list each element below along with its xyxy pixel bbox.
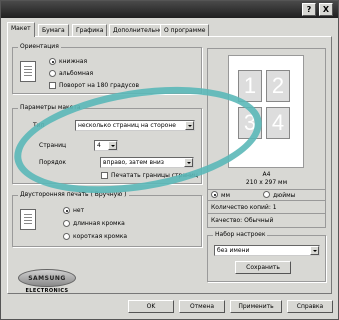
duplex-none-radio[interactable] <box>63 207 70 214</box>
copies-info: Количество копий: 1 <box>208 203 325 214</box>
presets-select[interactable]: без имени <box>214 245 320 256</box>
presets-value: без имени <box>217 247 250 254</box>
help-button[interactable]: Справка <box>287 300 333 313</box>
duplex-group: Двусторонняя печать ( Вручную ) нет длин… <box>12 191 202 247</box>
portrait-page-icon <box>20 61 36 82</box>
chevron-down-icon[interactable] <box>310 246 319 255</box>
paper-size: 210 x 297 мм <box>245 179 288 186</box>
samsung-logo-sub: ELECTRONICS <box>25 288 69 294</box>
orientation-portrait-label: книжная <box>59 58 88 65</box>
unit-mm-radio[interactable] <box>211 191 218 198</box>
unit-inch-radio[interactable] <box>263 191 270 198</box>
cancel-button[interactable]: Отмена <box>179 300 225 313</box>
quality-info: Качество: Обычный <box>211 217 274 224</box>
duplex-short-edge-radio[interactable] <box>63 233 70 240</box>
help-title-button[interactable]: ? <box>302 3 316 16</box>
orientation-landscape-radio[interactable] <box>49 70 56 77</box>
tab-about[interactable]: О программе <box>160 24 210 36</box>
duplex-page-icon <box>20 209 36 230</box>
rotate-180-checkbox[interactable] <box>49 82 56 89</box>
presets-group: Набор настроек без имени Сохранить <box>207 231 326 282</box>
duplex-none-label: нет <box>73 207 85 214</box>
print-properties-dialog: ? X Макет Бумага Графика Дополнительно О… <box>0 0 339 320</box>
preview-page-2: 2 <box>266 70 290 102</box>
rotate-180-label: Поворот на 180 градусов <box>59 82 139 89</box>
preview-page-1: 1 <box>238 70 262 102</box>
tab-advanced[interactable]: Дополнительно <box>109 24 167 36</box>
tab-layout[interactable]: Макет <box>7 22 35 37</box>
duplex-short-edge-label: короткая кромка <box>73 233 128 240</box>
tab-graphics[interactable]: Графика <box>72 24 108 36</box>
duplex-long-edge-radio[interactable] <box>63 220 70 227</box>
preview-page-4: 4 <box>266 107 290 139</box>
save-preset-button[interactable]: Сохранить <box>235 261 291 274</box>
samsung-logo: SAMSUNG ELECTRONICS <box>18 269 76 294</box>
apply-button[interactable]: Применить <box>230 300 282 313</box>
unit-row: мм дюймы <box>208 190 325 201</box>
preview-info: мм дюймы Количество копий: 1 Качество: О… <box>208 189 325 228</box>
orientation-portrait-radio[interactable] <box>49 58 56 65</box>
ok-button[interactable]: OK <box>128 300 174 313</box>
orientation-title: Ориентация <box>18 43 61 50</box>
title-bar: ? X <box>1 1 338 18</box>
paper-name: A4 <box>262 171 271 178</box>
samsung-logo-brand: SAMSUNG <box>18 269 76 287</box>
orientation-landscape-label: альбомная <box>59 70 94 77</box>
unit-mm-label: мм <box>221 192 231 199</box>
tab-paper[interactable]: Бумага <box>38 24 69 36</box>
close-icon[interactable]: X <box>319 3 333 16</box>
presets-title: Набор настроек <box>213 231 268 238</box>
unit-inch-label: дюймы <box>273 192 296 199</box>
duplex-long-edge-label: длинная кромка <box>73 220 125 227</box>
